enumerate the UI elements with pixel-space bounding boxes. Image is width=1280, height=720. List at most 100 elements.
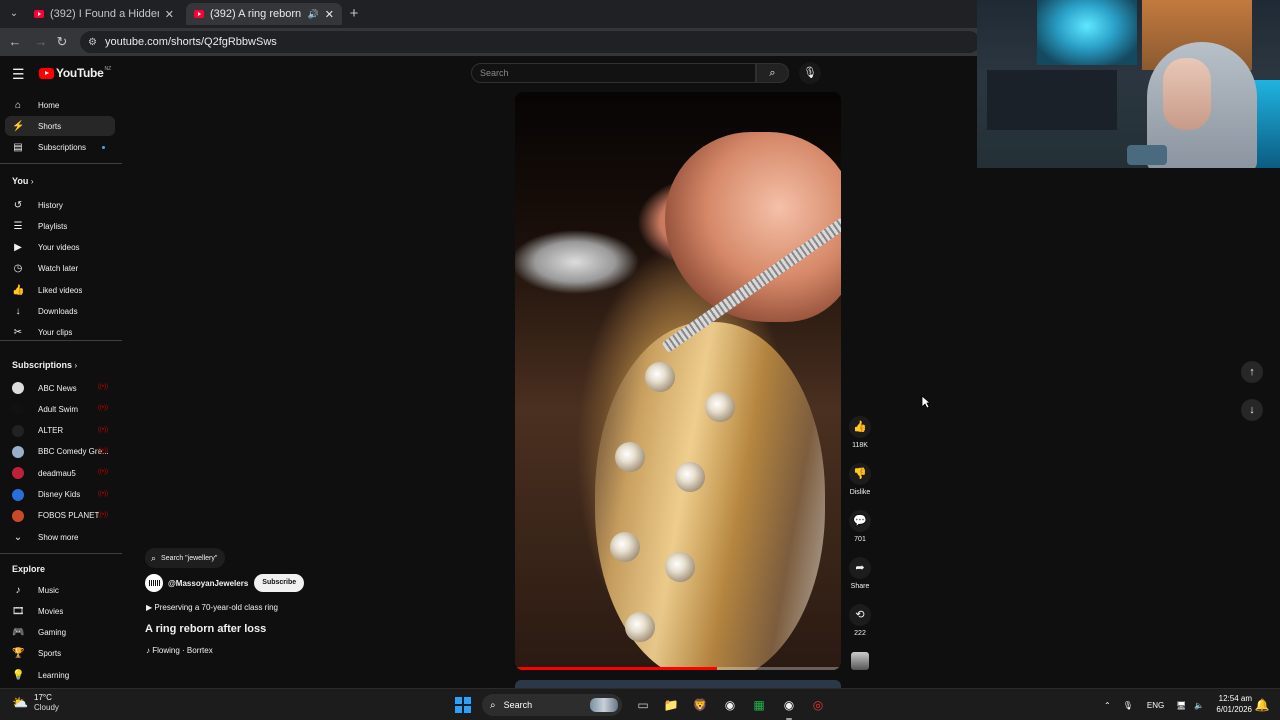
sidebar-item-music[interactable]: ♪ Music	[5, 580, 115, 600]
movies-icon: 🎞	[12, 605, 25, 617]
next-short-button[interactable]: ↓	[1241, 399, 1263, 421]
sidebar-item-your-videos[interactable]: ▶ Your videos	[5, 238, 115, 258]
playback-progress-bar[interactable]	[515, 667, 841, 670]
video-frame-gem	[675, 462, 705, 492]
gaming-icon: 🎮	[12, 627, 25, 639]
live-indicator-icon: ((•))	[97, 511, 108, 518]
sidebar-subscription[interactable]: Adult Swim ((•))	[5, 399, 115, 419]
sidebar-item-label: Gaming	[38, 628, 67, 638]
share-icon: ➦	[849, 557, 871, 579]
tab-search-chevron-icon[interactable]: ⌄	[6, 6, 22, 22]
windows-start-icon[interactable]	[455, 697, 471, 713]
channel-avatar[interactable]	[145, 574, 163, 592]
channel-name[interactable]: @MassoyanJewelers	[168, 579, 248, 588]
clock-date: 6/01/2026	[1216, 705, 1252, 714]
subscriptions-icon: ▤	[13, 141, 23, 153]
sidebar-item-label: Music	[38, 585, 59, 595]
like-button[interactable]: 👍 118K	[846, 416, 874, 449]
sidebar-item-home[interactable]: ⌂ Home	[5, 95, 115, 115]
sidebar-item-liked-videos[interactable]: 👍 Liked videos	[5, 280, 115, 300]
sidebar-item-subscriptions[interactable]: ▤ Subscriptions	[5, 137, 115, 157]
sidebar-subscription[interactable]: ABC News ((•))	[5, 378, 115, 398]
downloads-icon: ↓	[15, 306, 21, 317]
sidebar-subscription[interactable]: Disney Kids ((•))	[5, 485, 115, 505]
share-button[interactable]: ➦ Share	[846, 557, 874, 590]
notifications-icon[interactable]: 🔔	[1253, 696, 1271, 714]
file-explorer-icon[interactable]: 📁	[662, 696, 680, 714]
you-section-heading[interactable]: You ›	[12, 176, 34, 186]
new-tab-plus-icon[interactable]: +	[346, 5, 362, 22]
short-video-player[interactable]	[515, 92, 841, 670]
tray-overflow-chevron-icon[interactable]: ⌃	[1104, 701, 1111, 710]
webcam-phone	[1127, 145, 1167, 165]
forward-arrow-icon[interactable]: →	[33, 34, 49, 50]
sidebar-item-movies[interactable]: 🎞 Movies	[5, 601, 115, 621]
sidebar-item-downloads[interactable]: ↓ Downloads	[5, 302, 115, 322]
recording-app-icon[interactable]: ◎	[809, 696, 827, 714]
new-content-dot	[102, 146, 105, 149]
brave-browser-icon[interactable]: 🦁	[691, 696, 709, 714]
search-suggestion-chip[interactable]: ⌕ Search "jewellery"	[145, 548, 226, 568]
youtube-logo[interactable]: YouTube NZ	[39, 66, 111, 80]
sidebar-item-label: Liked videos	[38, 285, 83, 295]
browser-tab-1[interactable]: (392) I Found a Hidden Gem in ✕	[26, 3, 182, 25]
sidebar-item-label: Adult Swim	[38, 404, 79, 414]
sidebar-subscription[interactable]: FOBOS PLANET ((•))	[5, 506, 115, 526]
previous-short-button[interactable]: ↑	[1241, 361, 1263, 383]
sidebar-item-label: Movies	[38, 606, 64, 616]
show-more-button[interactable]: ⌄ Show more	[5, 527, 115, 547]
taskbar-clock[interactable]: 12:54 am 6/01/2026	[1210, 693, 1252, 715]
network-icon[interactable]: 🖥	[1176, 701, 1186, 710]
sidebar-subscription[interactable]: ALTER ((•))	[5, 421, 115, 441]
site-info-icon[interactable]: ⚙	[88, 37, 97, 48]
sidebar-subscription[interactable]: deadmau5 ((•))	[5, 463, 115, 483]
arrow-down-icon: ↓	[1249, 404, 1255, 416]
sidebar-item-sports[interactable]: 🏆 Sports	[5, 644, 115, 664]
dislike-button[interactable]: 👎 Dislike	[846, 463, 874, 496]
sidebar-subscription[interactable]: BBC Comedy Gre... ((•))	[5, 442, 115, 462]
remix-button[interactable]: ⟲ 222	[846, 604, 874, 637]
language-indicator[interactable]: ENG	[1147, 701, 1164, 710]
sidebar-item-gaming[interactable]: 🎮 Gaming	[5, 623, 115, 643]
playlist-link[interactable]: ▶ Preserving a 70-year-old class ring	[146, 603, 278, 612]
speaker-icon[interactable]: 🔊	[308, 9, 319, 20]
microphone-icon[interactable]: 🎙	[1123, 701, 1133, 710]
webcam-overlay	[977, 0, 1280, 168]
sidebar-item-label: Your clips	[38, 328, 73, 338]
webcam-person-face	[1163, 58, 1211, 130]
address-bar[interactable]: ⚙ youtube.com/shorts/Q2fgRbbwSws	[80, 31, 980, 53]
region-code: NZ	[104, 66, 112, 72]
playlist-title: Preserving a 70-year-old class ring	[154, 603, 278, 612]
sound-thumbnail[interactable]	[851, 652, 869, 670]
webcam-shelf	[987, 70, 1117, 130]
search-input[interactable]: Search	[471, 63, 756, 83]
spreadsheet-app-icon[interactable]: ▦	[750, 696, 768, 714]
sidebar-item-label: Downloads	[38, 307, 78, 316]
sidebar-item-playlists[interactable]: ☰ Playlists	[5, 216, 115, 236]
search-button[interactable]: ⌕	[756, 63, 789, 83]
weather-widget[interactable]: ⛅ 17°C Cloudy	[12, 693, 59, 713]
music-link[interactable]: ♪ Flowing · Borrtex	[146, 646, 213, 655]
reload-icon[interactable]: ↻	[54, 34, 70, 50]
back-arrow-icon[interactable]: ←	[7, 34, 23, 50]
chrome-active-icon[interactable]: ◉	[780, 696, 798, 714]
liked-videos-icon: 👍	[12, 284, 25, 296]
mouse-cursor-icon	[921, 395, 931, 409]
video-frame-gem	[615, 442, 645, 472]
hamburger-menu-icon[interactable]: ☰	[12, 66, 26, 83]
voice-search-button[interactable]: 🎙	[799, 62, 821, 84]
sidebar-item-shorts[interactable]: ⚡ Shorts	[5, 116, 115, 136]
subscriptions-section-heading[interactable]: Subscriptions ›	[12, 360, 77, 370]
comments-button[interactable]: 💬 701	[846, 510, 874, 543]
sidebar-item-watch-later[interactable]: ◷ Watch later	[5, 259, 115, 279]
sidebar-item-learning[interactable]: 💡 Learning	[5, 665, 115, 685]
browser-tab-2[interactable]: (392) A ring reborn after loss 🔊 ✕	[186, 3, 342, 25]
taskbar-search[interactable]: ⌕ Search	[482, 694, 622, 716]
subscribe-button[interactable]: Subscribe	[254, 574, 305, 592]
close-tab-icon[interactable]: ✕	[325, 8, 334, 21]
close-tab-icon[interactable]: ✕	[165, 8, 174, 21]
sidebar-item-history[interactable]: ↺ History	[5, 195, 115, 215]
task-view-icon[interactable]: ▭	[634, 696, 652, 714]
chrome-icon[interactable]: ◉	[721, 696, 739, 714]
volume-icon[interactable]: 🔈	[1194, 701, 1204, 710]
